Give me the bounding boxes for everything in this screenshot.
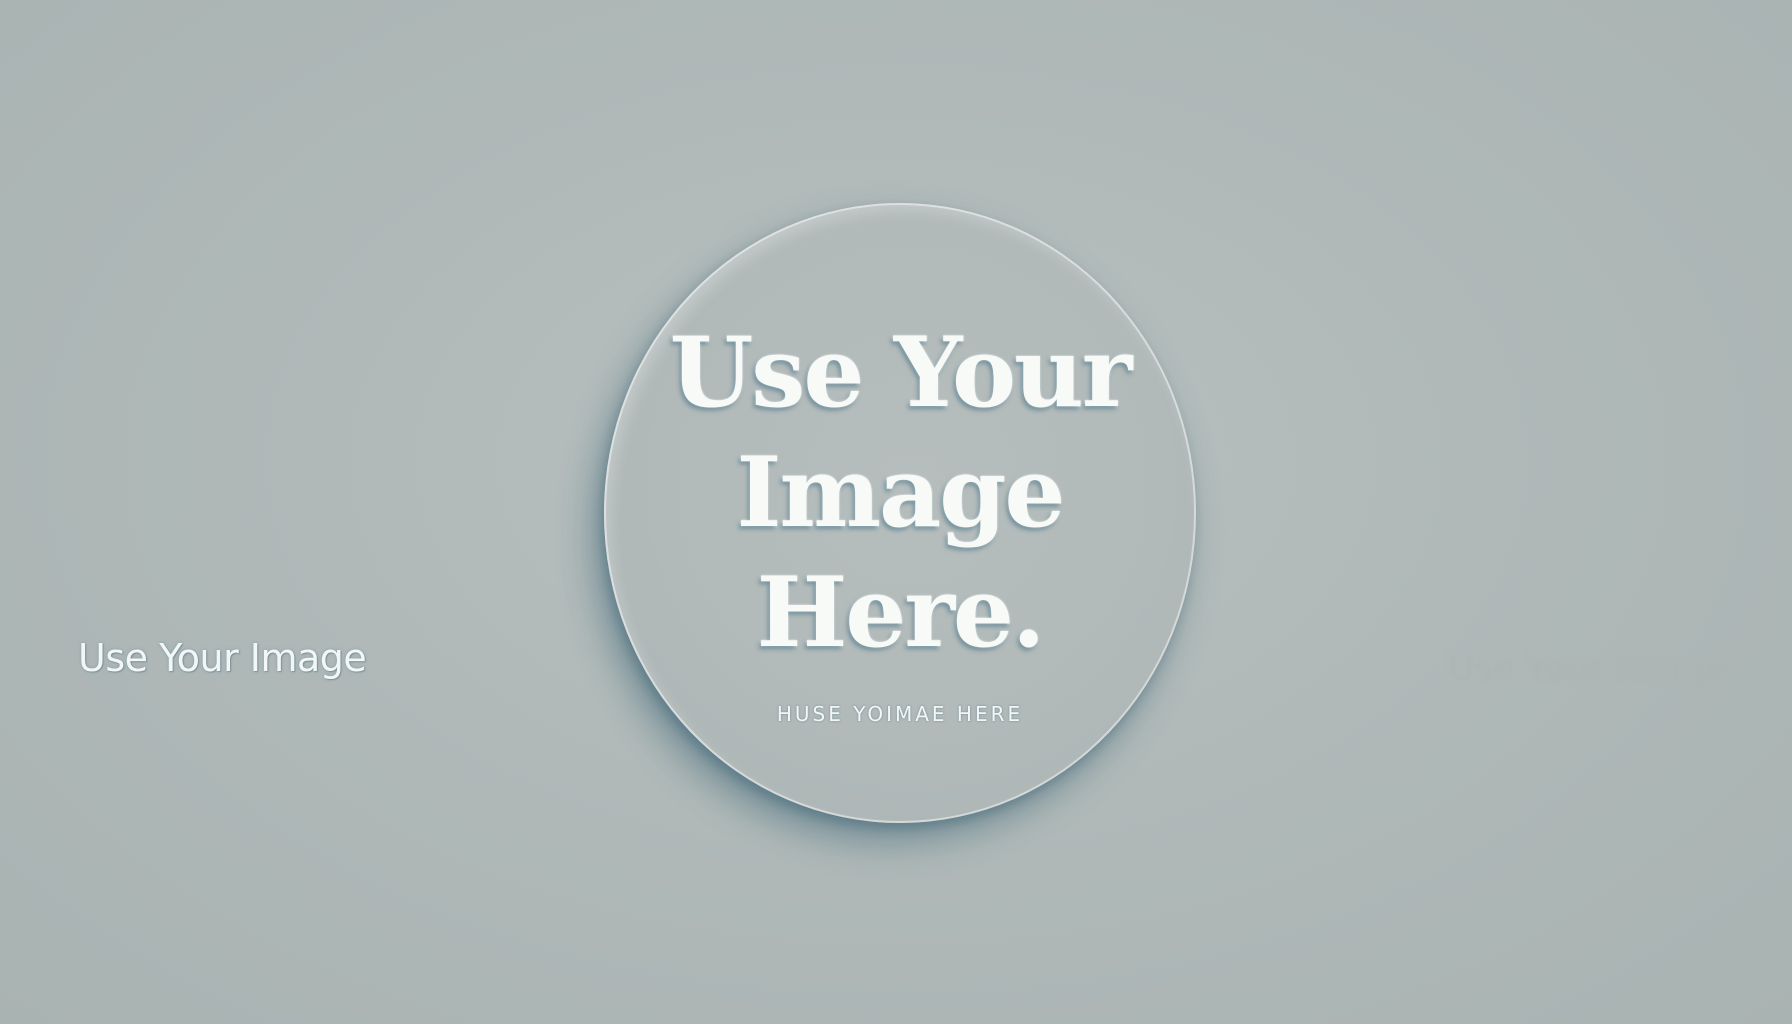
right-caption-faded: Use Your Image [1448,648,1728,689]
placeholder-disc: Use Your Image Here. HUSE YOIMAE HERE [604,203,1196,823]
disc-title-line-3: Here. [756,556,1046,669]
disc-title-line-2: Image [736,436,1066,549]
disc-title: Use Your Image Here. [604,313,1196,673]
disc-title-line-1: Use Your [669,316,1133,429]
placeholder-canvas: { "left_caption": "Use Your Image", "rig… [0,0,1792,1024]
disc-subtitle: HUSE YOIMAE HERE [776,702,1024,726]
left-caption: Use Your Image [78,636,367,680]
